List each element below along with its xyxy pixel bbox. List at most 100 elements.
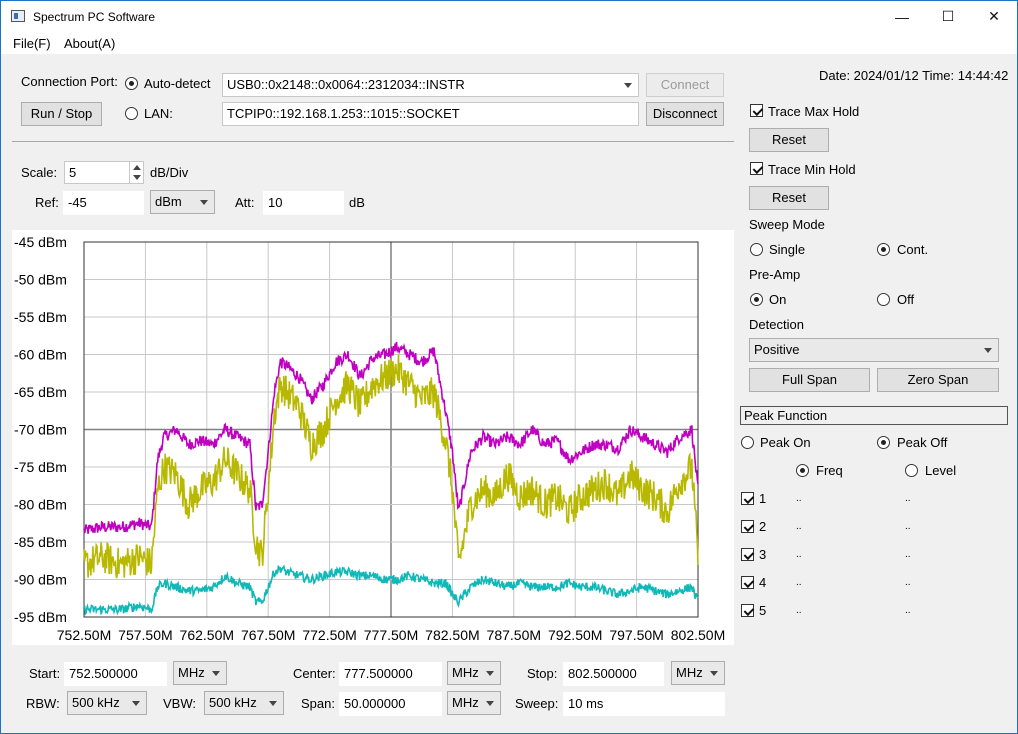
- marker-1-freq: ..: [796, 493, 802, 504]
- y-tick-label: -75 dBm: [14, 459, 67, 475]
- y-tick-label: -95 dBm: [14, 609, 67, 625]
- usb-resource-value: USB0::0x2148::0x0064::2312034::INSTR: [227, 77, 465, 92]
- scale-value: 5: [69, 165, 77, 180]
- chevron-down-icon: [132, 701, 140, 706]
- sweep-cont-radio[interactable]: [877, 243, 890, 256]
- span-unit-select[interactable]: MHz: [447, 691, 501, 715]
- window-title: Spectrum PC Software: [33, 10, 156, 24]
- preamp-off-radio[interactable]: [877, 293, 890, 306]
- menu-about[interactable]: About(A): [64, 36, 115, 51]
- max-hold-reset-button[interactable]: Reset: [749, 128, 829, 152]
- min-hold-reset-button[interactable]: Reset: [749, 186, 829, 210]
- menu-file[interactable]: File(F): [13, 36, 51, 51]
- full-span-button[interactable]: Full Span: [749, 368, 870, 392]
- marker-2-level: ..: [905, 521, 911, 532]
- disconnect-button[interactable]: Disconnect: [646, 102, 724, 126]
- start-unit-select[interactable]: MHz: [173, 661, 227, 685]
- app-window: Spectrum PC Software — ☐ ✕ File(F) About…: [0, 0, 1018, 734]
- connect-button[interactable]: Connect: [646, 73, 724, 97]
- chevron-down-icon: [710, 671, 718, 676]
- usb-resource-select[interactable]: USB0::0x2148::0x0064::2312034::INSTR: [222, 73, 639, 97]
- autodetect-radio[interactable]: [125, 77, 138, 90]
- menu-bar: File(F) About(A): [1, 32, 1017, 54]
- peak-level-radio[interactable]: [905, 464, 918, 477]
- app-icon: [11, 10, 25, 22]
- min-hold-label: Trace Min Hold: [768, 162, 856, 177]
- scale-label: Scale:: [21, 165, 58, 180]
- stop-unit-value: MHz: [676, 665, 703, 680]
- chevron-down-icon: [984, 348, 992, 353]
- chevron-down-icon: [200, 200, 208, 205]
- min-hold-checkbox[interactable]: [750, 162, 763, 175]
- span-input[interactable]: 50.000000: [339, 692, 442, 716]
- scale-spinner[interactable]: [129, 162, 143, 183]
- vbw-select[interactable]: 500 kHz: [204, 691, 284, 715]
- detection-select[interactable]: Positive: [749, 338, 999, 362]
- maximize-button[interactable]: ☐: [925, 1, 971, 32]
- marker-3-checkbox[interactable]: [741, 548, 754, 561]
- run-stop-button[interactable]: Run / Stop: [21, 102, 102, 126]
- chevron-down-icon: [212, 671, 220, 676]
- ref-label: Ref:: [35, 195, 59, 210]
- marker-3-number: 3: [759, 547, 767, 562]
- y-tick-label: -90 dBm: [14, 572, 67, 588]
- max-hold-checkbox[interactable]: [750, 104, 763, 117]
- max-hold-label: Trace Max Hold: [768, 104, 860, 119]
- detection-label: Detection: [749, 317, 804, 332]
- marker-4-level: ..: [905, 577, 911, 588]
- x-tick-label: 787.50M: [487, 627, 541, 643]
- sweep-label: Sweep:: [515, 696, 559, 711]
- att-label: Att:: [235, 195, 255, 210]
- rbw-select[interactable]: 500 kHz: [67, 691, 147, 715]
- x-tick-label: 777.50M: [364, 627, 418, 643]
- stop-unit-select[interactable]: MHz: [671, 661, 725, 685]
- x-tick-label: 757.50M: [118, 627, 172, 643]
- marker-5-checkbox[interactable]: [741, 604, 754, 617]
- peak-off-radio[interactable]: [877, 436, 890, 449]
- scale-input[interactable]: 5: [64, 161, 144, 184]
- chart-svg: -45 dBm -50 dBm -55 dBm -60 dBm -65 dBm -70 d…: [14, 234, 725, 643]
- minimize-button[interactable]: —: [879, 1, 925, 32]
- close-button[interactable]: ✕: [971, 1, 1017, 32]
- att-input[interactable]: 10: [263, 191, 344, 215]
- datetime-display: Date: 2024/01/12 Time: 14:44:42: [819, 68, 1009, 83]
- start-input[interactable]: 752.500000: [64, 662, 167, 686]
- ref-unit-value: dBm: [155, 194, 182, 209]
- autodetect-label: Auto-detect: [144, 76, 211, 91]
- center-unit-select[interactable]: MHz: [447, 661, 501, 685]
- center-input[interactable]: 777.500000: [339, 662, 442, 686]
- lan-resource-input[interactable]: TCPIP0::192.168.1.253::1015::SOCKET: [222, 102, 639, 126]
- stop-input[interactable]: 802.500000: [563, 662, 664, 686]
- peak-freq-radio[interactable]: [796, 464, 809, 477]
- start-label: Start:: [29, 666, 61, 681]
- att-unit: dB: [349, 195, 365, 210]
- marker-2-checkbox[interactable]: [741, 520, 754, 533]
- connection-port-label: Connection Port:: [21, 74, 118, 89]
- y-tick-label: -70 dBm: [14, 422, 67, 438]
- divider: [12, 141, 734, 142]
- vbw-value: 500 kHz: [209, 695, 257, 710]
- ref-unit-select[interactable]: dBm: [150, 190, 215, 214]
- marker-4-checkbox[interactable]: [741, 576, 754, 589]
- marker-3-level: ..: [905, 549, 911, 560]
- sweep-single-radio[interactable]: [750, 243, 763, 256]
- x-tick-label: 792.50M: [548, 627, 602, 643]
- lan-radio[interactable]: [125, 107, 138, 120]
- detection-value: Positive: [754, 342, 800, 357]
- ref-input[interactable]: -45: [63, 191, 144, 215]
- marker-1-checkbox[interactable]: [741, 492, 754, 505]
- vbw-label: VBW:: [163, 696, 196, 711]
- lan-label: LAN:: [144, 106, 173, 121]
- x-tick-label: 782.50M: [425, 627, 479, 643]
- sweep-input[interactable]: 10 ms: [563, 692, 725, 716]
- y-tick-label: -55 dBm: [14, 309, 67, 325]
- spectrum-chart[interactable]: -45 dBm -50 dBm -55 dBm -60 dBm -65 dBm -70 d…: [12, 230, 734, 645]
- chevron-down-icon: [486, 671, 494, 676]
- zero-span-button[interactable]: Zero Span: [877, 368, 999, 392]
- peak-on-radio[interactable]: [741, 436, 754, 449]
- marker-2-number: 2: [759, 519, 767, 534]
- scale-unit: dB/Div: [150, 165, 189, 180]
- y-tick-label: -50 dBm: [14, 272, 67, 288]
- preamp-on-radio[interactable]: [750, 293, 763, 306]
- x-tick-label: 767.50M: [241, 627, 295, 643]
